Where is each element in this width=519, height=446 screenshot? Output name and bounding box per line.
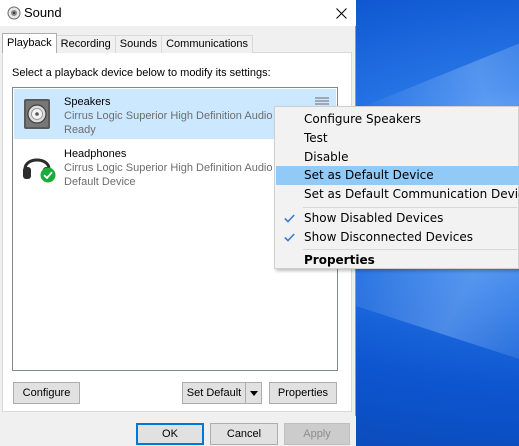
tab-playback[interactable]: Playback xyxy=(2,33,57,53)
menu-item-label: Set as Default Device xyxy=(304,168,434,182)
menu-item-set-as-default-communication-device[interactable]: Set as Default Communication Device xyxy=(276,185,519,204)
configure-button[interactable]: Configure xyxy=(13,382,80,404)
set-default-label: Set Default xyxy=(186,387,242,399)
cancel-button[interactable]: Cancel xyxy=(210,423,278,445)
device-name: Headphones xyxy=(64,148,127,160)
checkmark-icon xyxy=(284,228,296,247)
window-title: Sound xyxy=(24,5,62,20)
tab-sounds[interactable]: Sounds xyxy=(114,35,163,53)
menu-item-label: Test xyxy=(304,131,328,145)
menu-item-configure-speakers[interactable]: Configure Speakers xyxy=(276,110,519,129)
checkmark-icon xyxy=(284,209,296,228)
menu-item-label: Configure Speakers xyxy=(304,112,422,126)
speaker-icon xyxy=(7,6,21,20)
device-description: Cirrus Logic Superior High Definition Au… xyxy=(64,162,273,174)
menu-separator xyxy=(303,249,517,250)
menu-item-show-disconnected-devices[interactable]: Show Disconnected Devices xyxy=(276,228,519,247)
speaker-device-icon xyxy=(24,99,50,129)
tab-recording[interactable]: Recording xyxy=(55,35,116,53)
menu-item-show-disabled-devices[interactable]: Show Disabled Devices xyxy=(276,209,519,228)
menu-item-label: Disable xyxy=(304,150,349,164)
menu-separator xyxy=(303,207,517,208)
tab-communications[interactable]: Communications xyxy=(161,35,254,53)
menu-item-properties[interactable]: Properties xyxy=(276,251,519,270)
set-default-button[interactable]: Set Default xyxy=(182,382,262,404)
menu-item-label: Show Disconnected Devices xyxy=(304,230,473,244)
default-check-icon xyxy=(40,167,56,183)
device-name: Speakers xyxy=(64,96,111,108)
menu-item-label: Show Disabled Devices xyxy=(304,211,444,225)
set-default-dropdown-arrow[interactable] xyxy=(245,383,261,403)
chevron-down-icon xyxy=(249,390,258,396)
properties-button[interactable]: Properties xyxy=(269,382,337,404)
ok-button[interactable]: OK xyxy=(136,423,204,445)
device-context-menu: Configure Speakers Test Disable Set as D… xyxy=(274,106,519,269)
menu-item-disable[interactable]: Disable xyxy=(276,148,519,167)
tab-strip: Playback Recording Sounds Communications xyxy=(2,33,254,53)
instructions-text: Select a playback device below to modify… xyxy=(12,67,271,79)
menu-item-test[interactable]: Test xyxy=(276,129,519,148)
menu-item-label: Set as Default Communication Device xyxy=(304,187,519,201)
menu-item-set-as-default-device[interactable]: Set as Default Device xyxy=(276,166,519,185)
close-icon xyxy=(335,7,347,19)
menu-item-label: Properties xyxy=(304,253,375,267)
apply-button[interactable]: Apply xyxy=(284,423,350,445)
device-status: Default Device xyxy=(64,176,136,188)
close-button[interactable] xyxy=(326,0,356,26)
title-bar[interactable]: Sound xyxy=(0,0,356,26)
device-status: Ready xyxy=(64,124,96,136)
device-description: Cirrus Logic Superior High Definition Au… xyxy=(64,110,273,122)
